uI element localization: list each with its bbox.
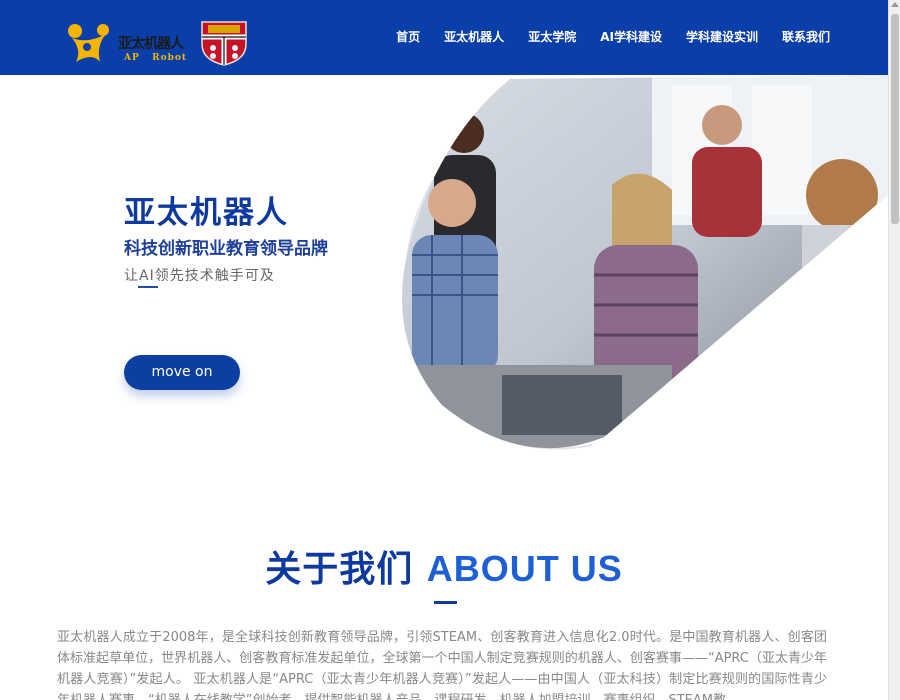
logo-subtitle: AP Robot <box>124 53 188 63</box>
scroll-up-arrow-icon[interactable] <box>891 2 899 7</box>
about-title-en: ABOUT US <box>426 548 623 589</box>
hero-title: 亚太机器人 <box>124 195 289 231</box>
page-scrollbar[interactable] <box>888 0 900 700</box>
nav-ap-academy[interactable]: 亚太学院 <box>528 28 576 45</box>
site-header: 亚太机器人 AP Robot 首页 亚太机器人 亚太学院 AI学科建设 学科建设… <box>0 0 888 75</box>
scroll-thumb[interactable] <box>891 14 899 224</box>
main-nav: 首页 亚太机器人 亚太学院 AI学科建设 学科建设实训 联系我们 <box>372 28 830 45</box>
about-divider <box>434 601 457 604</box>
move-on-button[interactable]: move on <box>124 355 240 390</box>
hero-divider <box>138 286 158 288</box>
crest-icon <box>201 21 247 66</box>
nav-discipline-training[interactable]: 学科建设实训 <box>686 28 758 45</box>
logo[interactable]: 亚太机器人 AP Robot <box>66 20 256 68</box>
logo-name: 亚太机器人 <box>118 36 184 52</box>
hero-tagline: 让AI领先技术触手可及 <box>124 268 275 284</box>
nav-ai-discipline[interactable]: AI学科建设 <box>600 28 662 45</box>
hero-banner: 亚太机器人 科技创新职业教育领导品牌 让AI领先技术触手可及 move on <box>0 75 888 495</box>
nav-home[interactable]: 首页 <box>396 28 420 45</box>
about-title-cn: 关于我们 <box>265 549 414 590</box>
nav-contact[interactable]: 联系我们 <box>782 28 830 45</box>
about-description: 亚太机器人成立于2008年，是全球科技创新教育领导品牌，引领STEAM、创客教育… <box>57 630 827 700</box>
about-heading: 关于我们 ABOUT US <box>0 540 888 592</box>
nav-ap-robot[interactable]: 亚太机器人 <box>444 28 504 45</box>
hero-subtitle: 科技创新职业教育领导品牌 <box>124 239 328 259</box>
hero-team-photo <box>402 75 888 450</box>
robot-x-logo-icon <box>68 24 109 62</box>
